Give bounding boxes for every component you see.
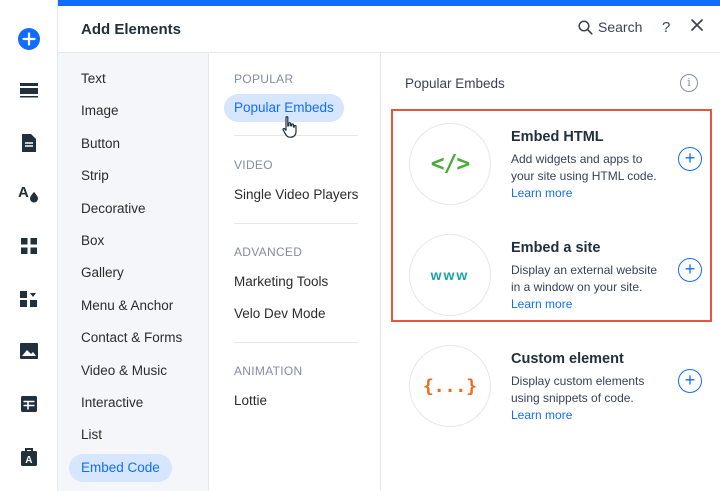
subcategory-item-marketing-tools[interactable]: Marketing Tools xyxy=(234,274,328,289)
sections-button[interactable] xyxy=(9,70,49,110)
table-icon xyxy=(21,396,37,412)
media-icon xyxy=(20,343,38,359)
left-toolbar: A A xyxy=(0,0,58,491)
add-custom-element-button[interactable]: + xyxy=(678,369,702,393)
subcategory-item-lottie[interactable]: Lottie xyxy=(234,393,267,408)
category-item-interactive[interactable]: Interactive xyxy=(69,389,155,417)
info-icon[interactable]: i xyxy=(680,74,698,92)
category-item-menu-anchor[interactable]: Menu & Anchor xyxy=(69,292,185,320)
category-item-contact-forms[interactable]: Contact & Forms xyxy=(69,324,194,352)
media-button[interactable] xyxy=(9,331,49,371)
subcategory-item-single-video-players[interactable]: Single Video Players xyxy=(234,187,358,202)
add-elements-button[interactable] xyxy=(9,19,49,59)
svg-text:A: A xyxy=(25,455,32,466)
search-button[interactable]: Search xyxy=(578,19,642,35)
section-title-video: VIDEO xyxy=(234,158,273,172)
hand-cursor-icon xyxy=(282,116,297,138)
learn-more-link[interactable]: Learn more xyxy=(511,186,572,200)
add-embed-site-button[interactable]: + xyxy=(678,258,702,282)
content-title: Popular Embeds xyxy=(405,76,505,91)
search-label: Search xyxy=(598,19,643,35)
subcategory-list: POPULAR Popular Embeds VIDEO Single Vide… xyxy=(210,53,381,491)
close-button[interactable] xyxy=(690,18,704,37)
design-icon: A xyxy=(18,184,38,203)
design-button[interactable]: A xyxy=(9,173,49,213)
category-item-list[interactable]: List xyxy=(69,421,114,449)
category-item-box[interactable]: Box xyxy=(69,227,116,255)
category-item-decorative[interactable]: Decorative xyxy=(69,195,158,223)
embed-content-area: Popular Embeds i </> Embed HTML Add widg… xyxy=(382,53,720,491)
card-title: Embed a site xyxy=(511,240,601,256)
category-item-strip[interactable]: Strip xyxy=(69,162,121,190)
cms-button[interactable] xyxy=(9,384,49,424)
search-icon xyxy=(578,19,593,35)
www-icon: www xyxy=(409,234,491,316)
portfolio-button[interactable]: A xyxy=(9,437,49,477)
card-description: Add widgets and apps to your site using … xyxy=(511,152,657,200)
panel-title: Add Elements xyxy=(81,21,182,38)
card-description: Display an external website in a window … xyxy=(511,263,658,311)
section-title-advanced: ADVANCED xyxy=(234,245,303,259)
strip-icon xyxy=(20,83,38,98)
divider xyxy=(234,223,358,224)
category-item-gallery[interactable]: Gallery xyxy=(69,259,136,287)
apps-icon xyxy=(21,238,37,254)
category-item-embed-code[interactable]: Embed Code xyxy=(69,454,172,482)
section-title-animation: ANIMATION xyxy=(234,364,303,378)
business-icon: A xyxy=(21,448,37,466)
learn-more-link[interactable]: Learn more xyxy=(511,408,572,422)
embed-site-card[interactable]: www Embed a site Display an external web… xyxy=(382,226,720,316)
close-icon xyxy=(691,19,703,31)
category-item-video-music[interactable]: Video & Music xyxy=(69,357,179,385)
add-embed-html-button[interactable]: + xyxy=(678,147,702,171)
apps-button[interactable] xyxy=(9,226,49,266)
panel-header: Add Elements Search ? xyxy=(58,6,720,53)
braces-icon: {...} xyxy=(409,345,491,427)
card-title: Custom element xyxy=(511,351,624,367)
custom-element-card[interactable]: {...} Custom element Display custom elem… xyxy=(382,337,720,427)
category-item-text[interactable]: Text xyxy=(69,65,118,93)
subcategory-item-velo-dev-mode[interactable]: Velo Dev Mode xyxy=(234,306,326,321)
category-list: Text Image Button Strip Decorative Box G… xyxy=(58,53,209,491)
embed-html-card[interactable]: </> Embed HTML Add widgets and apps to y… xyxy=(382,115,720,205)
category-item-button[interactable]: Button xyxy=(69,130,132,158)
add-elements-panel: Add Elements Search ? Text Image Button … xyxy=(58,6,720,491)
pages-button[interactable] xyxy=(9,123,49,163)
divider xyxy=(234,342,358,343)
section-title-popular: POPULAR xyxy=(234,72,294,86)
svg-text:A: A xyxy=(18,184,29,201)
card-description: Display custom elements using snippets o… xyxy=(511,374,645,422)
help-button[interactable]: ? xyxy=(662,19,670,36)
code-icon: </> xyxy=(409,123,491,205)
category-item-image[interactable]: Image xyxy=(69,97,131,125)
add-icon xyxy=(18,28,40,50)
learn-more-link[interactable]: Learn more xyxy=(511,297,572,311)
business-apps-button[interactable] xyxy=(9,279,49,319)
card-title: Embed HTML xyxy=(511,129,604,145)
puzzle-icon xyxy=(20,291,37,307)
page-icon xyxy=(22,134,36,152)
